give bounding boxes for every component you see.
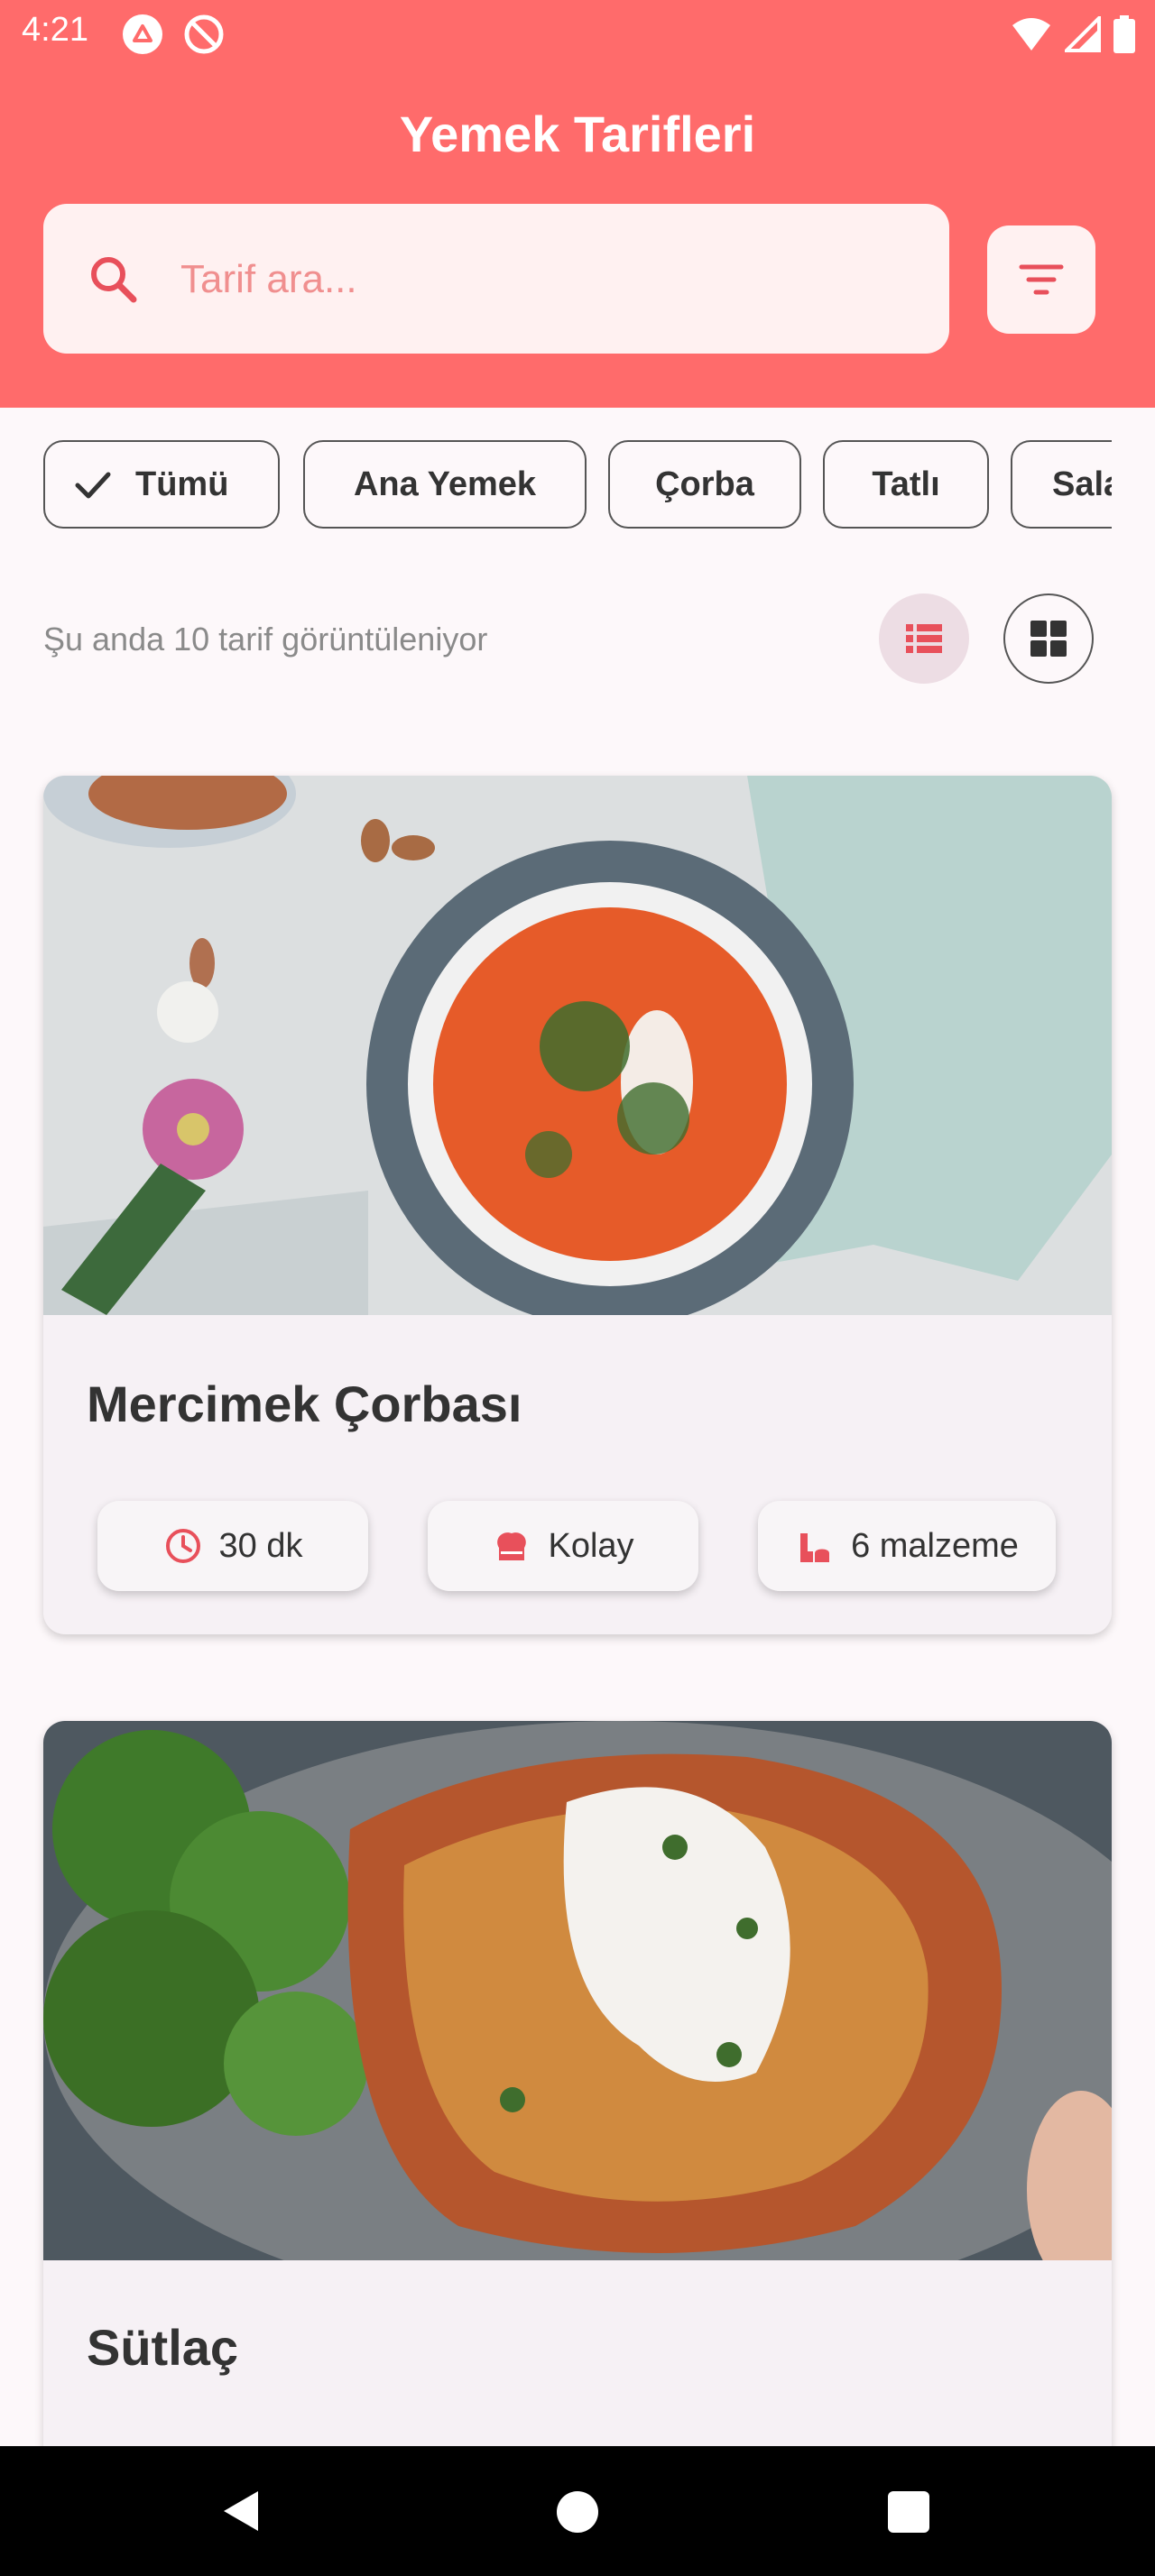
list-view-icon [906, 624, 942, 653]
notification-app-icon [123, 14, 162, 54]
home-button[interactable] [557, 2491, 598, 2533]
chip-ana-yemek[interactable]: Ana Yemek [303, 440, 587, 529]
check-icon [75, 472, 111, 499]
chip-tumu[interactable]: Tümü [43, 440, 280, 529]
chip-label: Salata [1052, 465, 1112, 503]
filter-button[interactable] [987, 225, 1095, 334]
difficulty-label: Kolay [548, 1526, 634, 1565]
cellular-signal-icon [1065, 16, 1101, 52]
time-badge: 30 dk [97, 1501, 368, 1591]
blocked-notification-icon [184, 14, 224, 54]
app-header: Yemek Tarifleri [0, 69, 1155, 408]
category-filter-chips: Tümü Ana Yemek Çorba Tatlı Salata [43, 440, 1112, 534]
list-view-button[interactable] [879, 593, 969, 684]
status-indicators [1011, 13, 1135, 56]
chip-corba[interactable]: Çorba [608, 440, 801, 529]
recipe-count-text: Şu anda 10 tarif görüntüleniyor [43, 621, 488, 658]
wifi-icon [1012, 18, 1050, 51]
search-box[interactable] [43, 204, 949, 355]
page-title: Yemek Tarifleri [399, 106, 756, 162]
grid-view-icon [1030, 621, 1067, 657]
ingredients-badge: 6 malzeme [758, 1501, 1056, 1591]
filter-icon [1019, 264, 1064, 295]
back-icon[interactable] [218, 2488, 265, 2535]
difficulty-badge: Kolay [428, 1501, 698, 1591]
recipe-title: Sütlaç [87, 2319, 239, 2376]
recipe-image [43, 776, 1112, 1315]
recents-button[interactable] [888, 2491, 929, 2533]
battery-icon [1113, 15, 1135, 53]
time-label: 30 dk [218, 1526, 303, 1565]
search-input[interactable] [179, 204, 922, 355]
ingredients-label: 6 malzeme [851, 1526, 1019, 1565]
chip-label: Tümü [135, 465, 229, 503]
chip-label: Tatlı [872, 465, 940, 503]
chip-label: Ana Yemek [353, 465, 537, 503]
recipe-image [43, 1721, 1112, 2260]
clock-icon [165, 1529, 200, 1563]
grid-view-button[interactable] [1003, 593, 1094, 684]
chip-label: Çorba [655, 465, 754, 503]
chip-salata[interactable]: Salata [1011, 440, 1112, 529]
recipe-card[interactable]: Mercimek Çorbası 30 dk Kolay 6 malzeme [43, 776, 1112, 1634]
recipe-title: Mercimek Çorbası [87, 1375, 522, 1432]
status-time: 4:21 [22, 11, 88, 49]
system-navigation-bar [0, 2446, 1155, 2576]
recipe-card[interactable]: Sütlaç [43, 1721, 1112, 2497]
chip-tatli[interactable]: Tatlı [823, 440, 989, 529]
search-icon [91, 257, 137, 303]
status-bar: 4:21 [0, 0, 1155, 69]
chef-hat-icon [497, 1532, 527, 1560]
ingredients-icon [800, 1533, 830, 1562]
